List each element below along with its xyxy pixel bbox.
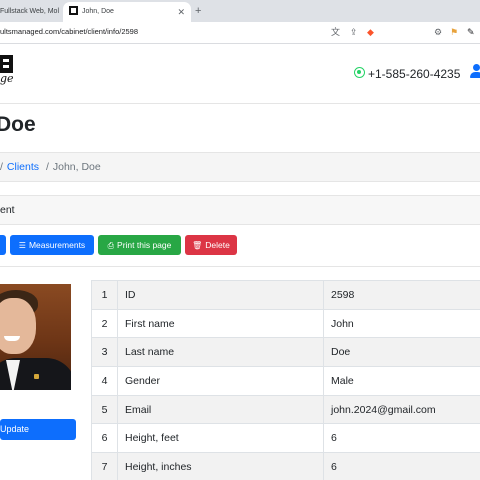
print-button[interactable]: ⎙ Print this page [98,235,181,255]
phone-number: +1-585-260-4235 [368,66,461,81]
printer-icon: ⎙ [107,241,115,250]
breadcrumb: / Clients / John, Doe [0,152,480,182]
field-name: ID [117,280,324,310]
translate-icon[interactable]: 文 [331,26,340,38]
delete-button-label: Delete [205,240,230,250]
field-value: 2598 [323,280,480,310]
trash-icon: 🗑 [192,241,203,250]
contact-phone[interactable]: +1-585-260-4235 [354,65,460,81]
site-favicon-icon [69,5,78,15]
table-row: 2 First name John [91,308,480,339]
print-button-label: Print this page [117,240,172,250]
browser-tab-bar: Fullstack Web, Mol John, Doe ✕ + [0,0,480,22]
field-value: Male [323,366,480,396]
breadcrumb-current: John, Doe [52,161,101,173]
logo-script-icon: ge [0,72,14,85]
field-name: Height, inches [117,452,324,480]
logo-mark-icon [0,55,13,73]
edit-button[interactable] [0,235,6,255]
table-row: 1 ID 2598 [91,280,480,310]
user-account-icon[interactable] [470,64,480,78]
site-logo[interactable]: ge [0,55,14,91]
field-name: Height, feet [117,423,324,454]
client-photo [0,284,71,390]
section-heading: ent [0,195,480,225]
new-tab-button[interactable]: + [195,2,201,20]
field-name: Last name [117,337,324,368]
whatsapp-icon [354,67,365,79]
extension-flag-icon[interactable]: ⚑ [450,26,458,38]
field-value: 6 [323,423,480,454]
row-number: 2 [91,308,118,339]
table-row: 6 Height, feet 6 [91,423,480,454]
browser-tab-label: John, Doe [82,8,114,15]
row-number: 6 [91,423,118,454]
measurements-button[interactable]: ☰ Measurements [10,235,94,255]
divider [0,266,480,267]
table-row: 4 Gender Male [91,366,480,396]
breadcrumb-separator: / [45,161,49,173]
page-title: Doe [0,113,36,136]
browser-tab-client[interactable]: John, Doe ✕ [63,2,191,22]
browser-tab-label: Fullstack Web, Mol [0,8,59,15]
url-field[interactable]: ultsmanaged.com/cabinet/client/info/2598 [0,22,138,42]
breadcrumb-separator: / [0,161,3,173]
brave-shield-icon[interactable]: ◆ [367,26,374,38]
share-icon[interactable]: ⇪ [350,26,358,38]
field-value: john.2024@gmail.com [323,394,480,425]
address-bar: ultsmanaged.com/cabinet/client/info/2598… [0,22,480,44]
list-icon: ☰ [18,241,26,250]
row-number: 3 [91,337,118,368]
close-tab-icon[interactable]: ✕ [177,2,185,22]
field-value: Doe [323,337,480,368]
row-number: 5 [91,394,118,425]
table-row: 7 Height, inches 6 [91,452,480,480]
update-photo-button[interactable]: Update [0,419,76,440]
row-number: 4 [91,366,118,396]
field-name: First name [117,308,324,339]
pen-extension-icon[interactable]: ✎ [467,26,475,38]
browser-tab-fullstack[interactable]: Fullstack Web, Mol [0,2,62,22]
measurements-button-label: Measurements [28,240,86,250]
field-name: Email [117,394,324,425]
field-name: Gender [117,366,324,396]
row-number: 7 [91,452,118,480]
table-row: 5 Email john.2024@gmail.com [91,394,480,425]
field-value: 6 [323,452,480,480]
breadcrumb-link-clients[interactable]: Clients [7,161,39,173]
settings-gear-icon[interactable]: ⚙ [434,26,442,38]
field-value: John [323,308,480,339]
client-photo-card: Update [0,280,76,440]
row-number: 1 [91,280,118,310]
site-header: ge +1-585-260-4235 [0,44,480,104]
client-info-table: 1 ID 2598 2 First name John 3 Last name … [91,280,480,480]
table-row: 3 Last name Doe [91,337,480,368]
delete-button[interactable]: 🗑 Delete [185,235,237,255]
